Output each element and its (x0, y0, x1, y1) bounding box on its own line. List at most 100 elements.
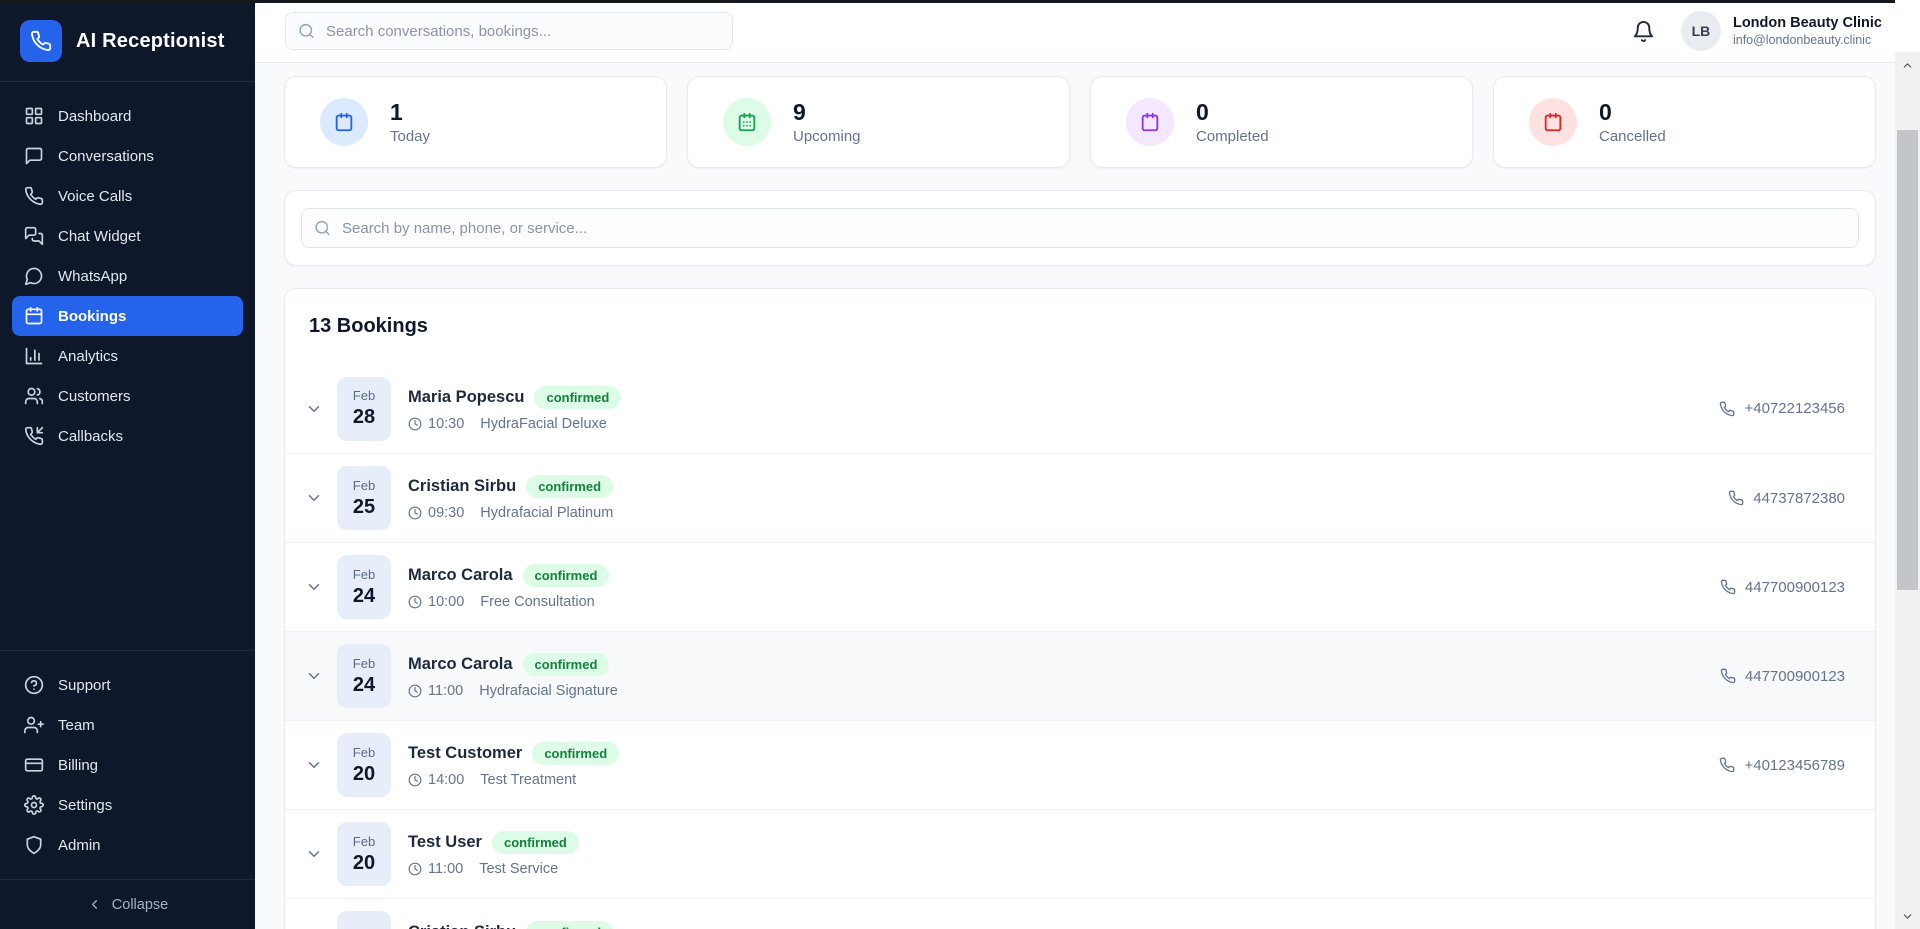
calendar-upcoming-icon (723, 98, 771, 146)
sidebar-item-team[interactable]: Team (12, 705, 243, 745)
customer-name: Test User (408, 833, 482, 852)
booking-row[interactable]: Feb Cristian Sirbu confirmed (285, 898, 1875, 929)
status-badge: confirmed (523, 653, 610, 676)
search-icon (314, 220, 331, 237)
stat-card-upcoming: 9 Upcoming (687, 76, 1070, 168)
scroll-up-arrow[interactable] (1895, 52, 1920, 78)
top-bar: LB London Beauty Clinic info@londonbeaut… (255, 0, 1920, 63)
sidebar-item-support[interactable]: Support (12, 665, 243, 705)
date-month: Feb (353, 388, 375, 403)
booking-time: 10:00 (428, 594, 464, 610)
sidebar-item-voice-calls[interactable]: Voice Calls (12, 176, 243, 216)
scroll-down-arrow[interactable] (1895, 903, 1920, 929)
date-month: Feb (353, 745, 375, 760)
sidebar-item-chat-widget[interactable]: Chat Widget (12, 216, 243, 256)
analytics-icon (24, 346, 44, 366)
sidebar: AI Receptionist Dashboard Conversations … (0, 0, 255, 929)
global-search (285, 12, 733, 50)
booking-row[interactable]: Feb 20 Test User confirmed 11:00 Test Se… (285, 809, 1875, 898)
clock-icon (408, 506, 422, 520)
expand-booking-button[interactable] (299, 845, 329, 863)
sidebar-item-bookings[interactable]: Bookings (12, 296, 243, 336)
clock-icon (408, 862, 422, 876)
collapse-sidebar-button[interactable]: Collapse (0, 879, 255, 929)
callbacks-icon (24, 426, 44, 446)
sidebar-item-label: Voice Calls (58, 188, 132, 205)
booking-row[interactable]: Feb 25 Cristian Sirbu confirmed 09:30 Hy… (285, 453, 1875, 542)
customer-name: Test Customer (408, 744, 522, 763)
booking-service: Hydrafacial Platinum (480, 505, 613, 521)
sidebar-item-dashboard[interactable]: Dashboard (12, 96, 243, 136)
status-badge: confirmed (526, 921, 613, 929)
date-month: Feb (353, 478, 375, 493)
bookings-search-input[interactable] (301, 208, 1859, 248)
booking-row[interactable]: Feb 20 Test Customer confirmed 14:00 Tes… (285, 720, 1875, 809)
date-month: Feb (353, 834, 375, 849)
date-day: 20 (353, 762, 375, 786)
customer-name: Cristian Sirbu (408, 477, 516, 496)
credit-card-icon (24, 755, 44, 775)
sidebar-item-label: Team (58, 717, 95, 734)
chevron-down-icon (305, 489, 323, 507)
expand-booking-button[interactable] (299, 756, 329, 774)
chevron-down-icon (305, 578, 323, 596)
sidebar-item-label: Chat Widget (58, 228, 141, 245)
booking-row[interactable]: Feb 24 Marco Carola confirmed 10:00 Free… (285, 542, 1875, 631)
date-badge: Feb 24 (337, 644, 391, 708)
stat-card-completed: 0 Completed (1090, 76, 1473, 168)
page-scrollbar[interactable] (1895, 52, 1920, 929)
phone-icon (1728, 490, 1744, 506)
sidebar-footer: Support Team Billing Settings Admin Coll… (0, 650, 255, 929)
clock-icon (408, 595, 422, 609)
sidebar-item-label: Analytics (58, 348, 118, 365)
customer-name: Marco Carola (408, 655, 513, 674)
sidebar-item-label: Admin (58, 837, 101, 854)
chevron-down-icon (305, 400, 323, 418)
expand-booking-button[interactable] (299, 578, 329, 596)
sidebar-item-label: Support (58, 677, 111, 694)
expand-booking-button[interactable] (299, 400, 329, 418)
chevron-down-icon (305, 667, 323, 685)
account-menu[interactable]: LB London Beauty Clinic info@londonbeaut… (1681, 11, 1882, 51)
booking-phone: +40722123456 (1719, 400, 1859, 417)
sidebar-item-callbacks[interactable]: Callbacks (12, 416, 243, 456)
stats-row: 1 Today 9 Upcoming 0 Completed (284, 76, 1876, 168)
sidebar-item-billing[interactable]: Billing (12, 745, 243, 785)
booking-time: 09:30 (428, 505, 464, 521)
sidebar-item-admin[interactable]: Admin (12, 825, 243, 865)
booking-row[interactable]: Feb 24 Marco Carola confirmed 11:00 Hydr… (285, 631, 1875, 720)
date-day: 24 (353, 673, 375, 697)
sidebar-item-label: Bookings (58, 308, 126, 325)
sidebar-item-analytics[interactable]: Analytics (12, 336, 243, 376)
status-badge: confirmed (492, 831, 579, 854)
sidebar-item-customers[interactable]: Customers (12, 376, 243, 416)
booking-time: 11:00 (428, 861, 463, 877)
phone-number: +40722123456 (1744, 400, 1845, 417)
clock-icon (408, 684, 422, 698)
status-badge: confirmed (532, 742, 619, 765)
scrollbar-thumb[interactable] (1897, 130, 1918, 590)
expand-booking-button[interactable] (299, 489, 329, 507)
status-badge: confirmed (523, 564, 610, 587)
status-badge: confirmed (526, 475, 613, 498)
phone-icon (1720, 668, 1736, 684)
stat-card-cancelled: 0 Cancelled (1493, 76, 1876, 168)
bookings-filter-card (284, 190, 1876, 266)
notifications-button[interactable] (1632, 20, 1655, 43)
account-email: info@londonbeauty.clinic (1733, 32, 1882, 48)
booking-row[interactable]: Feb 28 Maria Popescu confirmed 10:30 Hyd… (285, 364, 1875, 453)
chevron-up-icon (1901, 59, 1914, 72)
customer-name: Cristian Sirbu (408, 923, 516, 929)
status-badge: confirmed (534, 386, 621, 409)
date-day: 28 (353, 405, 375, 429)
voice-calls-icon (24, 186, 44, 206)
sidebar-item-whatsapp[interactable]: WhatsApp (12, 256, 243, 296)
sidebar-item-conversations[interactable]: Conversations (12, 136, 243, 176)
global-search-input[interactable] (285, 12, 733, 50)
stat-label: Completed (1196, 128, 1269, 145)
phone-logo-icon (20, 20, 62, 62)
stat-value: 1 (390, 99, 430, 125)
expand-booking-button[interactable] (299, 667, 329, 685)
sidebar-item-settings[interactable]: Settings (12, 785, 243, 825)
help-icon (24, 675, 44, 695)
